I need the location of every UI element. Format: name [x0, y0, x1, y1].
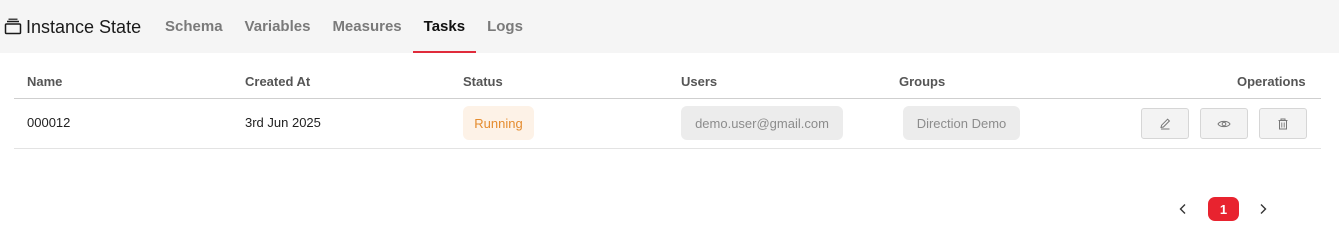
header-divider [14, 98, 1321, 99]
page-title-group: Instance State [4, 15, 141, 39]
group-chip: Direction Demo [903, 106, 1020, 140]
status-badge: Running [463, 106, 534, 140]
top-nav-bar: Instance State Schema Variables Measures… [0, 0, 1339, 53]
tab-tasks[interactable]: Tasks [412, 0, 477, 53]
delete-button[interactable] [1259, 108, 1307, 139]
column-header-users: Users [681, 74, 718, 89]
row-divider [14, 148, 1321, 149]
view-icon [1217, 120, 1231, 127]
chevron-left-icon [1179, 204, 1186, 214]
edit-icon [1160, 117, 1171, 129]
tab-measures[interactable]: Measures [321, 0, 412, 53]
column-header-created-at: Created At [245, 74, 311, 89]
instance-icon [4, 18, 22, 35]
cell-created-at: 3rd Jun 2025 [245, 115, 321, 130]
user-chip: demo.user@gmail.com [681, 106, 843, 140]
tab-logs[interactable]: Logs [476, 0, 534, 53]
previous-page-button[interactable] [1174, 199, 1192, 219]
delete-icon [1278, 118, 1288, 129]
tab-variables[interactable]: Variables [234, 0, 322, 53]
tab-bar: Schema Variables Measures Tasks Logs [154, 0, 534, 53]
edit-button[interactable] [1141, 108, 1189, 139]
tab-schema[interactable]: Schema [154, 0, 234, 53]
next-page-button[interactable] [1254, 199, 1272, 219]
column-header-operations: Operations [1237, 74, 1306, 89]
view-button[interactable] [1200, 108, 1248, 139]
column-header-status: Status [463, 74, 503, 89]
column-header-name: Name [27, 74, 63, 89]
page-title: Instance State [26, 16, 142, 37]
column-header-groups: Groups [899, 74, 946, 89]
page-number-current[interactable]: 1 [1208, 197, 1239, 221]
cell-name: 000012 [27, 115, 71, 130]
chevron-right-icon [1260, 204, 1267, 214]
